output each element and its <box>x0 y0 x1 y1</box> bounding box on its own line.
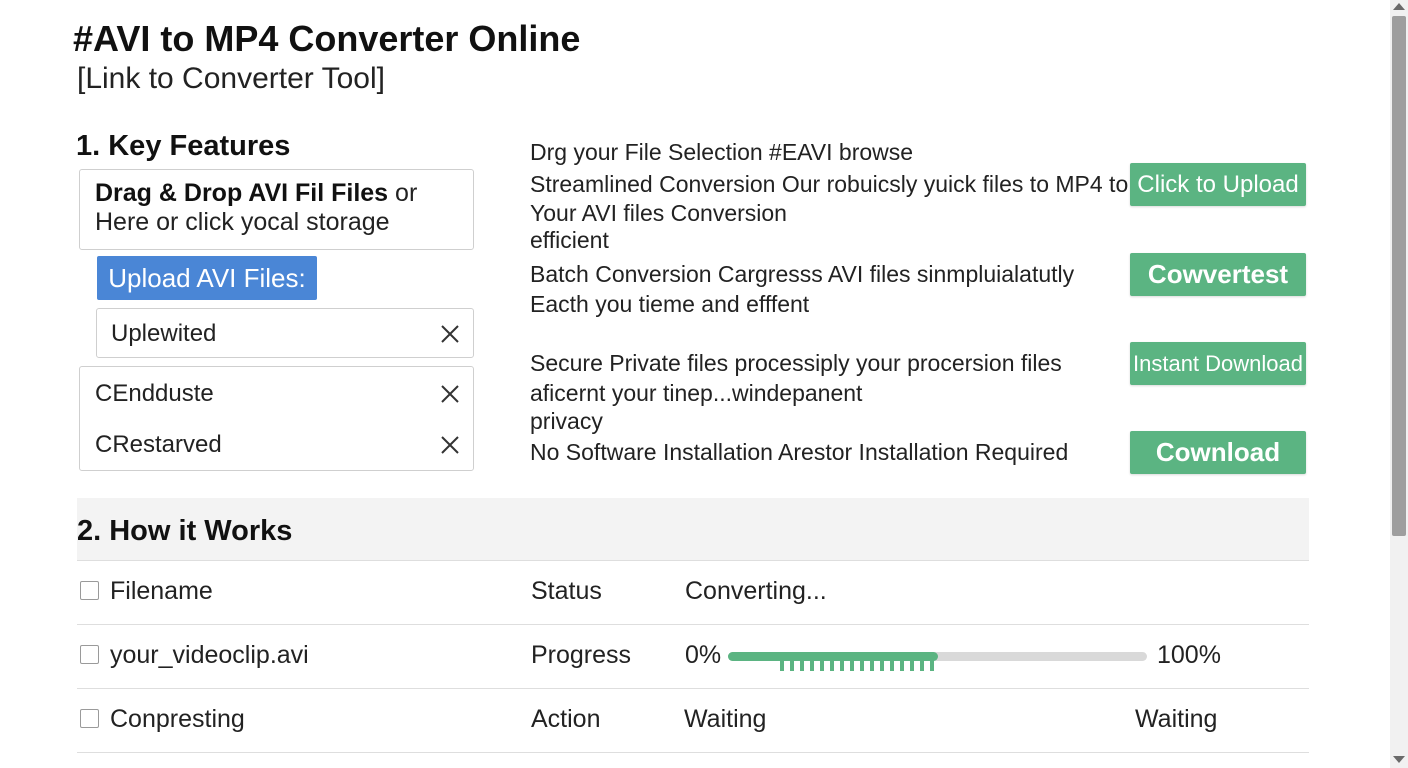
feature-line: Streamlined Conversion Our robuicsly yui… <box>530 171 1129 197</box>
file-item: Uplewited <box>96 308 474 358</box>
divider <box>77 560 1309 561</box>
close-icon[interactable] <box>439 383 461 405</box>
progress-bar-ticks <box>780 659 934 671</box>
feature-line: Drg your File Selection #EAVI browse <box>530 139 914 165</box>
scrollbar-thumb[interactable] <box>1392 16 1406 536</box>
close-icon[interactable] <box>439 434 461 456</box>
file-name: Uplewited <box>111 320 217 347</box>
convert-button[interactable]: Cowvertest <box>1130 253 1306 296</box>
feature-line: Batch Conversion Cargresss AVI files sin… <box>530 261 1075 287</box>
feature-line: privacy <box>530 408 603 434</box>
close-icon[interactable] <box>439 323 461 345</box>
file-list: CEndduste CRestarved <box>79 366 474 471</box>
table-cell: Conpresting <box>110 705 245 733</box>
status-text: Converting... <box>685 577 827 605</box>
row-checkbox[interactable] <box>80 709 99 728</box>
file-name: CRestarved <box>95 431 222 458</box>
table-cell: Status <box>531 577 602 605</box>
click-to-upload-button[interactable]: Click to Upload <box>1130 163 1306 206</box>
file-item: CRestarved <box>95 421 461 469</box>
feature-line: Secure Private files processiply your pr… <box>530 350 1062 376</box>
table-cell: Progress <box>531 641 632 669</box>
divider <box>77 688 1309 689</box>
scroll-down-arrow-icon[interactable] <box>1393 756 1405 763</box>
feature-line: No Software Installation Arestor Install… <box>530 439 1069 465</box>
feature-no-software: No Software Installation Arestor Install… <box>530 437 1068 467</box>
page-title: #AVI to MP4 Converter Online <box>73 18 581 59</box>
row-checkbox[interactable] <box>80 581 99 600</box>
file-item: CEndduste <box>95 370 461 418</box>
divider <box>77 752 1309 753</box>
progress-end-label: 100% <box>1157 641 1221 669</box>
progress-bar <box>728 652 1147 671</box>
instant-download-button[interactable]: Instant Download <box>1130 342 1306 385</box>
drop-zone-or: or <box>395 179 418 207</box>
key-features-heading: 1. Key Features <box>76 130 291 162</box>
feature-batch-conversion: Batch Conversion Cargresss AVI files sin… <box>530 259 1074 319</box>
table-cell: your_videoclip.avi <box>110 641 309 669</box>
table-cell: Filename <box>110 577 213 605</box>
how-it-works-heading: 2. How it Works <box>77 515 293 547</box>
download-button[interactable]: Cownload <box>1130 431 1306 474</box>
table-cell: Waiting <box>1135 705 1218 733</box>
feature-secure-private: Secure Private files processiply your pr… <box>530 348 1062 434</box>
drop-zone-title: Drag & Drop AVI Fil Files <box>95 179 389 207</box>
drop-zone[interactable]: Drag & Drop AVI Fil Files or Here or cli… <box>79 169 474 250</box>
drop-zone-subtext: Here or click yocal storage <box>95 208 390 236</box>
table-cell: Waiting <box>684 705 767 733</box>
feature-line: Eacth you tieme and efffent <box>530 291 810 317</box>
row-checkbox[interactable] <box>80 645 99 664</box>
progress-start-label: 0% <box>685 641 722 669</box>
feature-streamlined-conversion: Streamlined Conversion Our robuicsly yui… <box>530 169 1128 253</box>
feature-line: efficient <box>530 227 609 253</box>
divider <box>77 624 1309 625</box>
feature-file-selection: Drg your File Selection #EAVI browse <box>530 137 913 167</box>
table-cell: Action <box>531 705 601 733</box>
feature-line: Your AVI files Conversion <box>530 200 787 226</box>
converter-tool-link[interactable]: [Link to Converter Tool] <box>77 62 385 96</box>
upload-avi-files-button[interactable]: Upload AVI Files: <box>97 256 317 300</box>
scroll-up-arrow-icon[interactable] <box>1393 3 1405 10</box>
feature-line: aficernt your tinep...windepanent <box>530 380 863 406</box>
file-name: CEndduste <box>95 380 214 407</box>
